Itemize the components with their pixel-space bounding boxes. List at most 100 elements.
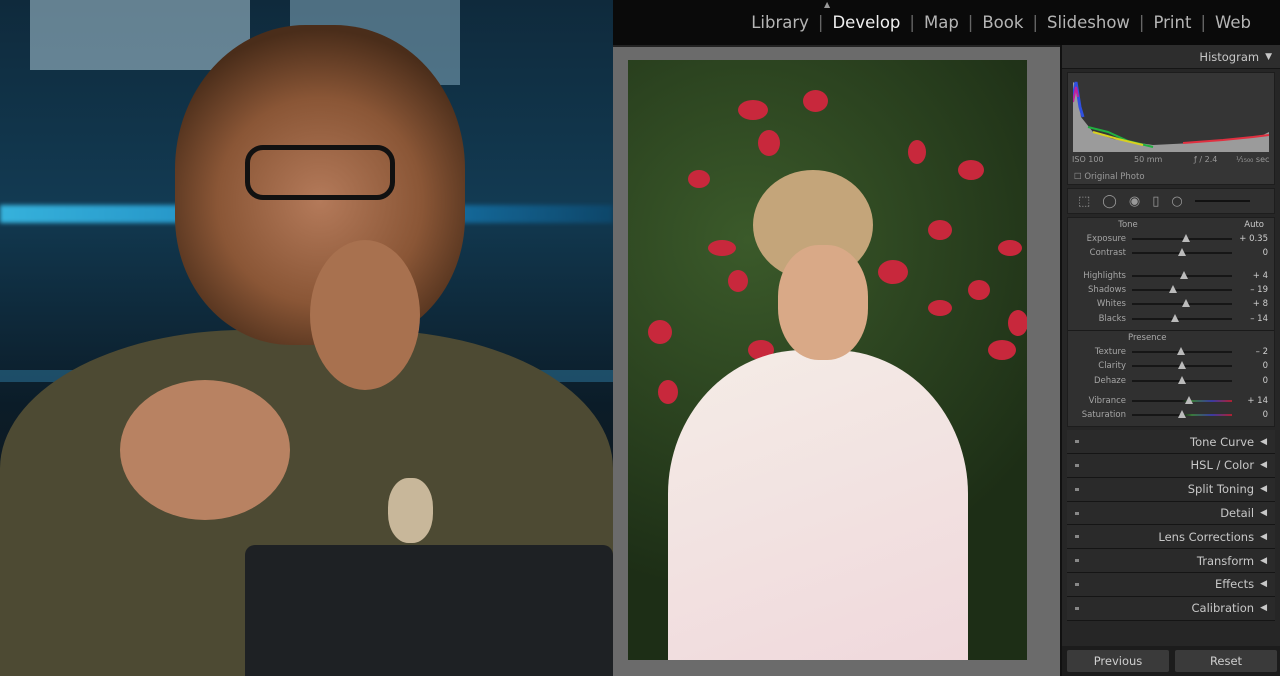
flower [928, 220, 952, 240]
panel-detail[interactable]: Detail ◀ [1067, 501, 1275, 526]
module-book[interactable]: Book [973, 13, 1032, 32]
panel-transform[interactable]: Transform ◀ [1067, 549, 1275, 574]
crop-icon[interactable]: ⬚ [1078, 194, 1090, 209]
slider-label: Shadows [1088, 285, 1126, 296]
flower [688, 170, 710, 188]
slider-track[interactable] [1132, 395, 1232, 404]
slider-track[interactable] [1132, 375, 1232, 384]
slider-track[interactable] [1132, 270, 1232, 279]
spot-removal-icon[interactable]: ◯ [1102, 194, 1117, 209]
panel-tone-curve[interactable]: Tone Curve ◀ [1067, 430, 1275, 455]
panel-split-toning[interactable]: Split Toning ◀ [1067, 477, 1275, 502]
slider-value[interactable]: + 14 [1238, 396, 1268, 406]
slider-track[interactable] [1132, 285, 1232, 294]
original-photo-checkbox[interactable]: ☐ Original Photo [1074, 172, 1145, 182]
module-map[interactable]: Map [915, 13, 968, 32]
module-web[interactable]: Web [1206, 13, 1260, 32]
slider-thumb[interactable] [1178, 248, 1186, 257]
panel-switch-icon[interactable] [1075, 511, 1079, 515]
slider-track[interactable] [1132, 299, 1232, 308]
slider-thumb[interactable] [1178, 361, 1186, 370]
slider-track[interactable] [1132, 313, 1232, 322]
expand-icon[interactable]: ◀ [1260, 508, 1267, 518]
slider-value[interactable]: – 19 [1238, 285, 1268, 295]
subject-dress [668, 350, 968, 660]
flower [738, 100, 768, 120]
original-photo-label: Original Photo [1084, 172, 1145, 182]
brush-size-slider[interactable] [1194, 200, 1250, 202]
image-canvas[interactable] [613, 45, 1060, 676]
develop-right-panel: Histogram ▼ ISO 100 50 mm ƒ / 2.4 ¹⁄₁₅₀₀ … [1060, 45, 1280, 676]
panel-lens-corrections[interactable]: Lens Corrections ◀ [1067, 525, 1275, 550]
slider-thumb[interactable] [1182, 299, 1190, 308]
photo-preview[interactable] [628, 60, 1027, 660]
expand-icon[interactable]: ◀ [1260, 603, 1267, 613]
slider-track[interactable] [1132, 410, 1232, 419]
module-print[interactable]: Print [1144, 13, 1200, 32]
slider-thumb[interactable] [1180, 270, 1188, 279]
slider-value[interactable]: 0 [1238, 248, 1268, 258]
panel-hsl-color[interactable]: HSL / Color ◀ [1067, 454, 1275, 478]
histogram-header[interactable]: Histogram ▼ [1062, 45, 1280, 69]
expand-icon[interactable]: ◀ [1260, 532, 1267, 542]
slider-value[interactable]: – 2 [1238, 347, 1268, 357]
slider-thumb[interactable] [1168, 285, 1177, 294]
slider-thumb[interactable] [1171, 313, 1179, 322]
panel-switch-icon[interactable] [1075, 583, 1079, 587]
aperture-readout: ƒ / 2.4 [1194, 155, 1218, 164]
panel-switch-icon[interactable] [1075, 440, 1079, 444]
panel-calibration[interactable]: Calibration ◀ [1067, 596, 1275, 621]
slider-value[interactable]: 0 [1238, 361, 1268, 371]
slider-dehaze: Dehaze 0 [1068, 373, 1274, 387]
slider-value[interactable]: + 4 [1238, 271, 1268, 281]
slider-value[interactable]: 0 [1238, 410, 1268, 420]
slider-label: Clarity [1098, 361, 1126, 372]
radial-filter-icon[interactable]: ○ [1171, 194, 1182, 209]
slider-value[interactable]: 0 [1238, 376, 1268, 386]
slider-value[interactable]: + 8 [1238, 299, 1268, 309]
reset-button[interactable]: Reset [1175, 650, 1277, 672]
expand-icon[interactable]: ◀ [1260, 556, 1267, 566]
expand-icon[interactable]: ◀ [1260, 437, 1267, 447]
auto-button[interactable]: Auto [1244, 220, 1274, 230]
slider-thumb[interactable] [1178, 375, 1186, 384]
slider-label: Whites [1096, 299, 1126, 310]
panel-title: Detail [1220, 506, 1255, 521]
slider-thumb[interactable] [1181, 234, 1190, 243]
slider-whites: Whites + 8 [1068, 297, 1274, 311]
panel-switch-icon[interactable] [1075, 559, 1079, 563]
module-library[interactable]: Library [742, 13, 818, 32]
iso-readout: ISO 100 [1072, 155, 1104, 164]
panel-title: Transform [1196, 553, 1255, 568]
graduated-filter-icon[interactable]: ▯ [1152, 194, 1159, 209]
slider-thumb[interactable] [1185, 395, 1193, 404]
previous-button[interactable]: Previous [1067, 650, 1169, 672]
slider-thumb[interactable] [1178, 410, 1186, 419]
expand-icon[interactable]: ◀ [1260, 579, 1267, 589]
panel-effects[interactable]: Effects ◀ [1067, 573, 1275, 597]
histogram-graph [1073, 81, 1270, 152]
collapse-icon[interactable]: ▼ [1265, 52, 1272, 62]
slider-thumb[interactable] [1177, 346, 1185, 355]
expand-icon[interactable]: ◀ [1260, 484, 1267, 494]
panel-switch-icon[interactable] [1075, 464, 1079, 468]
module-slideshow[interactable]: Slideshow [1038, 13, 1139, 32]
slider-track[interactable] [1132, 234, 1232, 243]
panel-switch-icon[interactable] [1075, 606, 1079, 610]
slider-track[interactable] [1132, 346, 1232, 355]
flower [1008, 310, 1027, 336]
slider-value[interactable]: + 0.35 [1238, 234, 1268, 244]
presenter-hand [310, 240, 420, 390]
collapse-top-icon[interactable]: ▲ [824, 0, 830, 9]
slider-value[interactable]: – 14 [1238, 314, 1268, 324]
panel-switch-icon[interactable] [1075, 535, 1079, 539]
expand-icon[interactable]: ◀ [1260, 460, 1267, 470]
panel-switch-icon[interactable] [1075, 487, 1079, 491]
slider-track[interactable] [1132, 248, 1232, 257]
flower [958, 160, 984, 180]
flower [658, 380, 678, 404]
module-develop[interactable]: Develop [823, 13, 909, 32]
red-eye-icon[interactable]: ◉ [1129, 194, 1140, 209]
slider-track[interactable] [1132, 361, 1232, 370]
panel-title: HSL / Color [1190, 458, 1255, 473]
